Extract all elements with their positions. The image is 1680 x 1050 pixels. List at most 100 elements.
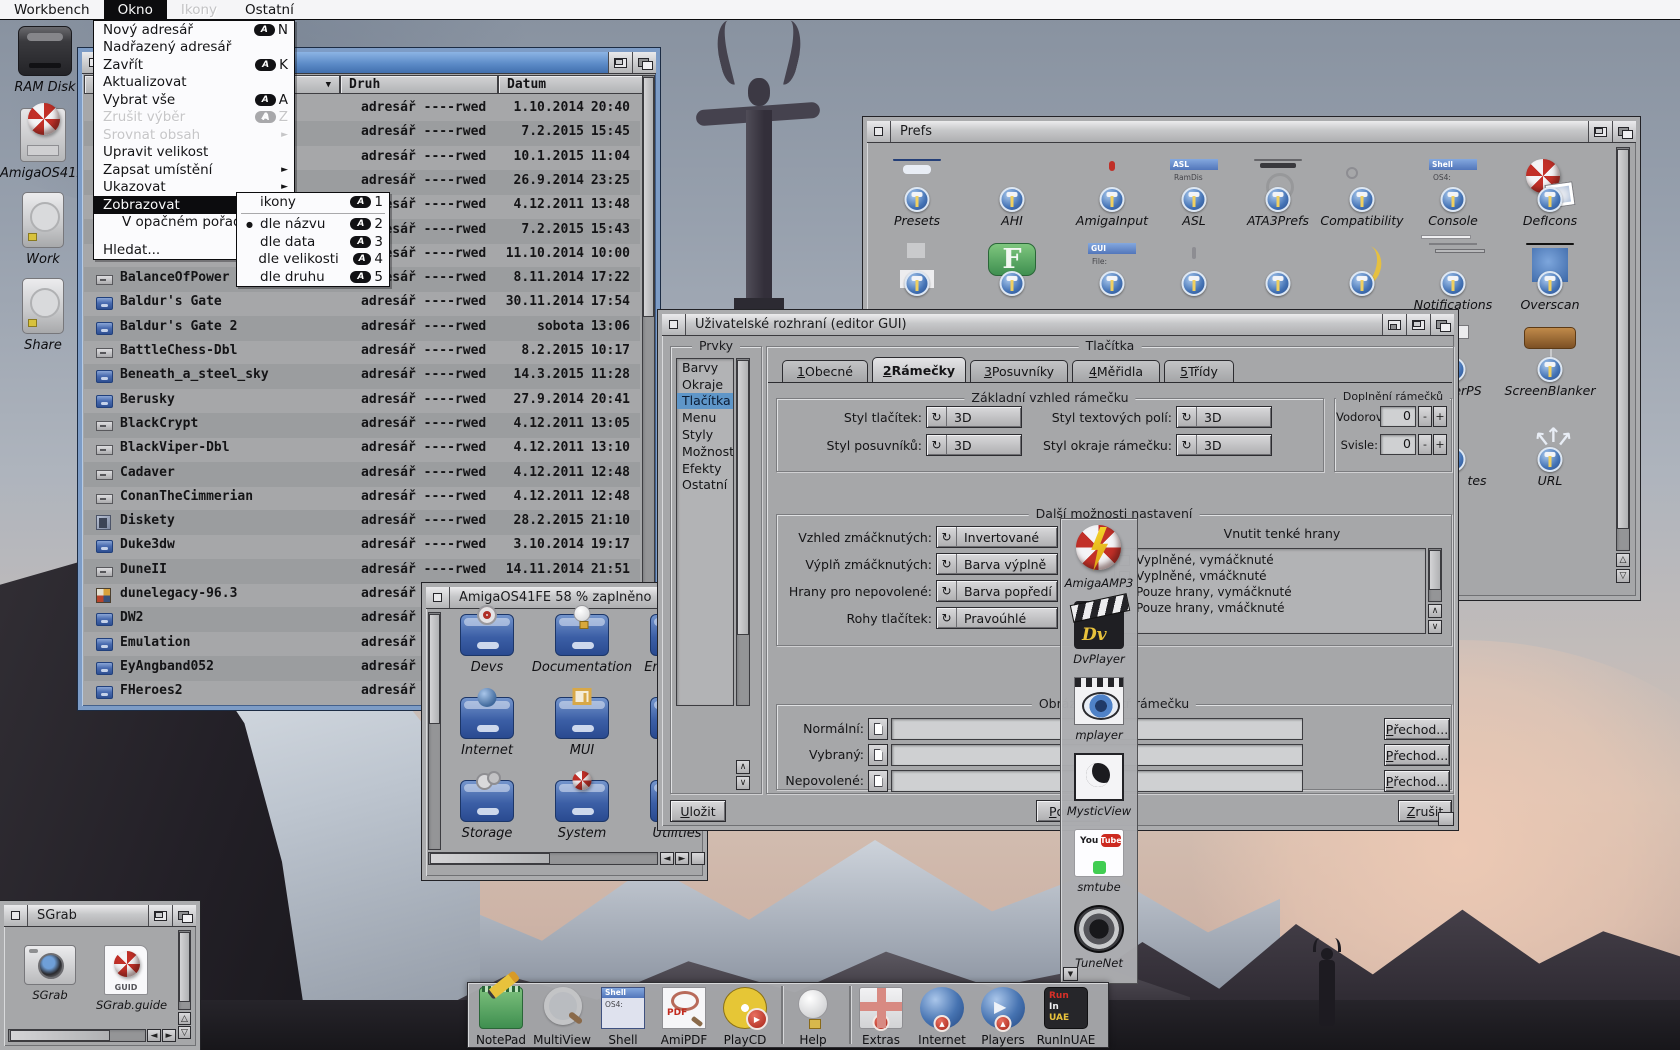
vertical-minus-button[interactable]: -: [1418, 434, 1432, 455]
dock-item-help[interactable]: Help: [784, 987, 842, 1029]
os-icon-storage[interactable]: Storage: [439, 780, 535, 822]
element-item-tlačítka[interactable]: Tlačítka: [677, 393, 733, 410]
submenu-item-dle-názvu[interactable]: ●dle názvuA2: [237, 216, 389, 234]
style-buttons-cycle[interactable]: ↻3D: [926, 406, 1022, 428]
file-row-battlechess-dbl[interactable]: BattleChess-Dbladresář ----rwed8.2.20151…: [84, 340, 640, 365]
dock-item-runinuae[interactable]: RunInUAERunInUAE: [1037, 987, 1095, 1029]
tab-3-posuvníky[interactable]: 3 Posuvníky: [970, 360, 1068, 382]
menubar-item-ostatní[interactable]: Ostatní: [231, 0, 308, 19]
scroll-left-button[interactable]: ◄: [660, 852, 674, 865]
submenu-item-dle-druhu[interactable]: dle druhuA5: [237, 268, 389, 286]
close-button[interactable]: [867, 121, 891, 142]
resize-gadget[interactable]: [691, 852, 705, 865]
scrollbar-thumb[interactable]: [737, 360, 749, 635]
scroll-right-button[interactable]: ►: [162, 1029, 176, 1042]
prefs-icon-ata3prefs[interactable]: ATA3Prefs: [1230, 159, 1326, 207]
pressed-look-cycle[interactable]: ↻Invertované: [936, 526, 1058, 548]
os-icon-mui[interactable]: MUI: [534, 697, 630, 739]
dock-item-amigaamp3[interactable]: AmigaAMP3: [1061, 525, 1137, 590]
menu-item-zav-t[interactable]: ZavřítAK: [94, 56, 294, 74]
scroll-up-button[interactable]: △: [1616, 553, 1630, 567]
menubar-item-workbench[interactable]: Workbench: [0, 0, 104, 19]
prefs-icon-screenblanker[interactable]: ScreenBlanker: [1502, 329, 1598, 377]
vertical-input[interactable]: 0: [1380, 434, 1416, 455]
file-row-conanthecimmerian[interactable]: ConanTheCimmerianadresář ----rwed4.12.20…: [84, 486, 640, 511]
elements-list[interactable]: BarvyOkrajeTlačítkaMenuStylyMožnostiEfek…: [676, 358, 734, 706]
thin-edges-item[interactable]: Pouze hrany, vmáčknuté: [1119, 600, 1421, 616]
dock-item-smtube[interactable]: YouTubesmtube: [1061, 829, 1137, 894]
elements-scrollbar[interactable]: [736, 358, 750, 706]
resize-gadget[interactable]: [1438, 812, 1454, 826]
scroll-up-button[interactable]: △: [178, 1012, 191, 1025]
dock-item-extras[interactable]: ▲Extras: [852, 987, 910, 1029]
file-row-baldur-s-gate[interactable]: Baldur's Gateadresář ----rwed30.11.20141…: [84, 291, 640, 316]
dock-item-amipdf[interactable]: PDFAmiPDF: [655, 987, 713, 1029]
file-row-berusky[interactable]: Beruskyadresář ----rwed27.9.201420:41: [84, 389, 640, 414]
element-item-možnosti[interactable]: Možnosti: [677, 443, 733, 460]
zoom-button[interactable]: [1406, 314, 1430, 335]
scrollbar-thumb[interactable]: [643, 77, 654, 317]
file-picker-button[interactable]: [868, 744, 888, 766]
prefs-icon-notifications[interactable]: Notifications: [1405, 243, 1501, 291]
prefs-icon-asl[interactable]: ASLRamDisASL: [1146, 159, 1242, 207]
desktop-icon-ram-disk[interactable]: RAM Disk: [2, 26, 88, 95]
element-item-efekty[interactable]: Efekty: [677, 460, 733, 477]
sgrab-vertical-scrollbar[interactable]: [178, 930, 191, 1010]
gradient-button[interactable]: Přechod...: [1384, 718, 1450, 740]
file-row-cadaver[interactable]: Cadaveradresář ----rwed4.12.201112:48: [84, 462, 640, 487]
file-row-beneath-a-steel-sky[interactable]: Beneath_a_steel_skyadresář ----rwed14.3.…: [84, 364, 640, 389]
scrollbar-thumb[interactable]: [179, 932, 190, 1002]
corners-cycle[interactable]: ↻Pravoúhlé: [936, 607, 1058, 629]
submenu-item-dle-velikosti[interactable]: dle velikostiA4: [237, 251, 389, 269]
sgrab-icon-sgrab-guide[interactable]: GUIDSGrab.guide: [96, 945, 156, 1012]
file-row-blackcrypt[interactable]: BlackCryptadresář ----rwed4.12.201113:05: [84, 413, 640, 438]
os-icon-system[interactable]: System: [534, 780, 630, 822]
menu-item-srovnat-obsah[interactable]: Srovnat obsah►: [94, 126, 294, 144]
file-row-diskety[interactable]: Disketyadresář ----rwed28.2.201521:10: [84, 510, 640, 535]
prefs-icon-deficons[interactable]: DefIcons: [1502, 159, 1598, 207]
close-button[interactable]: [426, 587, 450, 608]
thin-edges-list[interactable]: Vyplněné, vymáčknutéVyplněné, vmáčknutéP…: [1114, 548, 1426, 634]
save-button[interactable]: Uložit: [670, 800, 726, 822]
desktop-icon-share[interactable]: Share: [0, 278, 86, 353]
prefs-icon-compatibility[interactable]: Compatibility: [1314, 159, 1410, 207]
element-item-menu[interactable]: Menu: [677, 409, 733, 426]
thin-list-down-button[interactable]: ∨: [1428, 620, 1442, 634]
menu-item-nov-adres-[interactable]: Nový adresářAN: [94, 21, 294, 39]
menubar-item-ikony[interactable]: Ikony: [167, 0, 231, 19]
gradient-button[interactable]: Přechod...: [1384, 744, 1450, 766]
desktop-icon-amigaos41fe[interactable]: AmigaOS41FE: [0, 108, 86, 181]
menu-item-aktualizovat[interactable]: Aktualizovat: [94, 74, 294, 92]
file-row-duke3dw[interactable]: Duke3dwadresář ----rwed3.10.201419:17: [84, 534, 640, 559]
column-header-datum[interactable]: Datum: [498, 75, 644, 94]
close-button[interactable]: [662, 314, 686, 335]
os-icon-devs[interactable]: Devs: [439, 614, 535, 656]
dock-item-players[interactable]: ▶▲Players: [974, 987, 1032, 1029]
file-row-blackviper-dbl[interactable]: BlackViper-Dbladresář ----rwed4.12.20111…: [84, 437, 640, 462]
dock-item-multiview[interactable]: MultiView: [533, 987, 591, 1029]
scrollbar-thumb[interactable]: [430, 853, 550, 864]
thin-list-up-button[interactable]: ∧: [1428, 604, 1442, 618]
element-item-okraje[interactable]: Okraje: [677, 376, 733, 393]
sgrab-horizontal-scrollbar[interactable]: [8, 1029, 146, 1042]
vertical-plus-button[interactable]: +: [1433, 434, 1447, 455]
submenu-item-ikony[interactable]: ikonyA1: [237, 193, 389, 211]
prefs-icon-blue-sphere[interactable]: [1230, 243, 1326, 291]
depth-button[interactable]: [172, 905, 196, 926]
horizontal-minus-button[interactable]: -: [1418, 406, 1432, 427]
element-item-styly[interactable]: Styly: [677, 426, 733, 443]
list-down-button[interactable]: ∨: [736, 776, 750, 790]
os-icon-documentation[interactable]: Documentation: [534, 614, 630, 656]
file-row-duneii[interactable]: DuneIIadresář ----rwed14.11.201421:51: [84, 559, 640, 584]
dock-item-mplayer[interactable]: mplayer: [1061, 677, 1137, 742]
gui-editor-titlebar[interactable]: Uživatelské rozhraní (editor GUI): [662, 314, 1454, 336]
menu-item-upravit-velikost[interactable]: Upravit velikost: [94, 144, 294, 162]
prefs-icon-mouse[interactable]: [1146, 243, 1242, 291]
scroll-down-button[interactable]: ▽: [1616, 569, 1630, 583]
scrollbar-thumb[interactable]: [1429, 550, 1441, 590]
menu-item-zru-it-v-b-r[interactable]: Zrušit výběrAZ: [94, 109, 294, 127]
depth-button[interactable]: [632, 52, 656, 73]
depth-button[interactable]: [1612, 121, 1636, 142]
file-picker-button[interactable]: [868, 718, 888, 740]
dock-item-shell[interactable]: ShellOS4:Shell: [594, 987, 652, 1029]
